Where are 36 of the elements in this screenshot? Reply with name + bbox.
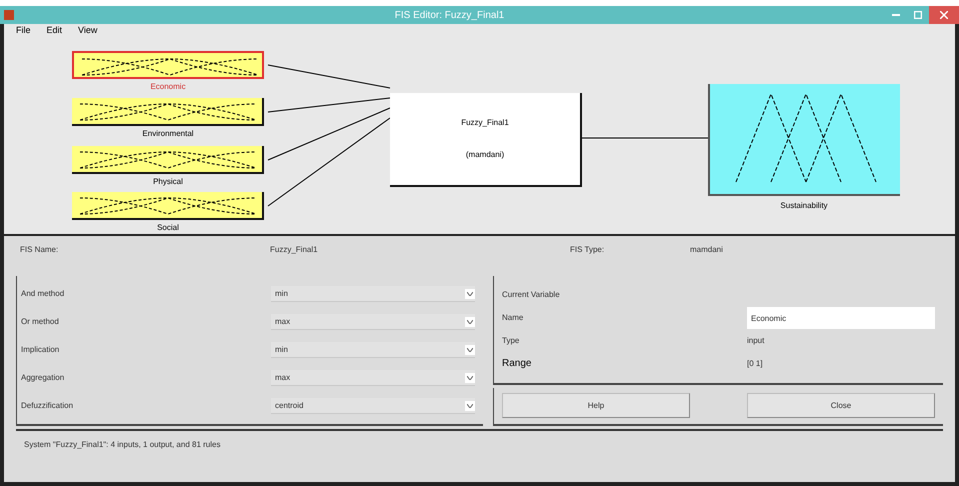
method-label: Or method [21, 316, 60, 328]
dialog-button[interactable]: Help [502, 393, 690, 418]
system-type: (mamdani) [466, 149, 504, 161]
range-label: Range [502, 357, 532, 372]
system-box[interactable]: Fuzzy_Final1 (mamdani) [390, 93, 582, 187]
fis-name-label: FIS Name: [20, 244, 60, 256]
range-value: [0 1] [747, 358, 764, 370]
input-variable-label: Economic [150, 81, 186, 93]
method-dropdown[interactable]: max [271, 314, 475, 330]
panel-title: Current Variable [502, 289, 561, 302]
method-dropdown[interactable]: min [271, 286, 475, 302]
name-field[interactable]: Economic [747, 307, 935, 330]
fis-type-label: FIS Type: [569, 244, 606, 256]
system-name: Fuzzy_Final1 [461, 117, 509, 129]
output-variable-label: Sustainability [780, 200, 828, 212]
method-dropdown[interactable]: min [271, 342, 475, 358]
method-dropdown[interactable]: centroid [271, 398, 475, 414]
method-label: Defuzzification [21, 400, 74, 412]
method-label: And method [21, 288, 66, 300]
menu-item[interactable]: File [16, 24, 31, 38]
type-label: Type [502, 334, 520, 347]
method-label: Aggregation [21, 372, 66, 384]
method-label: Implication [21, 344, 60, 356]
name-label: Name [502, 312, 524, 324]
window-title: FIS Editor: Fuzzy_Final1 [394, 8, 504, 22]
menu-item[interactable]: Edit [46, 24, 62, 38]
input-variable-label: Environmental [142, 128, 194, 140]
status-text: System "Fuzzy_Final1": 4 inputs, 1 output, and 81 rules [24, 440, 220, 449]
input-variable-label: Social [157, 222, 179, 234]
menu-item[interactable]: View [78, 24, 98, 38]
method-dropdown[interactable]: max [271, 370, 475, 386]
type-value: input [747, 334, 766, 347]
fis-name-value: Fuzzy_Final1 [270, 244, 319, 256]
dialog-button[interactable]: Close [747, 393, 935, 418]
input-variable-label: Physical [153, 176, 183, 188]
fis-type-value: mamdani [689, 244, 724, 256]
